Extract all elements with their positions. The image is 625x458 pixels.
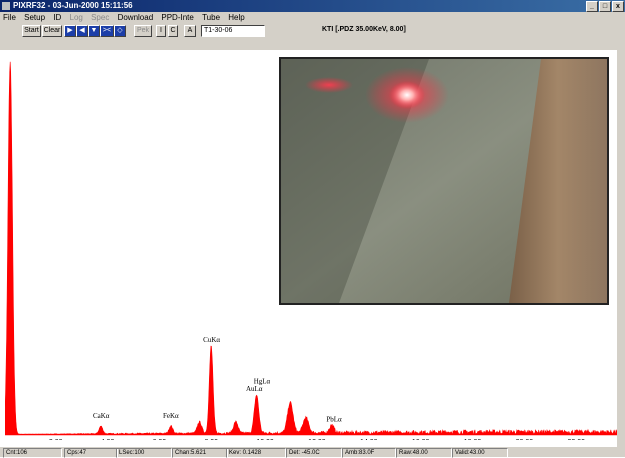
menu-log[interactable]: Log	[70, 13, 83, 22]
peak-label: CuKα	[203, 336, 220, 344]
title-bar: PIXRF32 - 03-Jun-2000 15:11:56 _ □ x	[0, 0, 625, 12]
menu-tube[interactable]: Tube	[202, 13, 220, 22]
camera-image	[281, 59, 607, 303]
source-status: KTI [.PDZ 35.00KeV, 8.00]	[322, 26, 406, 33]
zoom-button[interactable]: ><	[100, 25, 114, 37]
status-bar: Cnt:106 Cps:47 LSec:100 Chan:5.621 Kev: …	[0, 447, 625, 458]
maximize-button[interactable]: □	[599, 1, 611, 12]
x-tick-label: 12.00	[308, 439, 326, 440]
peak-label: FeKα	[163, 412, 179, 420]
menu-setup[interactable]: Setup	[24, 13, 45, 22]
clear-button[interactable]: Clear	[42, 25, 62, 37]
x-tick-label: 8.00	[204, 439, 218, 440]
peak-label: PbLα	[326, 416, 342, 424]
x-tick-label: 2.00	[49, 439, 63, 440]
menu-file[interactable]: File	[3, 13, 16, 22]
cursor-left-button[interactable]: ◀	[76, 25, 88, 37]
x-tick-label: 6.00	[153, 439, 167, 440]
sample-camera-view	[279, 57, 609, 305]
c-button[interactable]: C	[168, 25, 178, 37]
toolbar: Start Clear ▶ ◀ ▼ >< ◇ Pek I C A T1-30-0…	[0, 23, 625, 50]
start-button[interactable]: Start	[22, 25, 41, 37]
run-id-field[interactable]: T1-30-06	[201, 25, 265, 37]
menu-id[interactable]: ID	[53, 13, 61, 22]
x-tick-label: 14.00	[360, 439, 378, 440]
x-tick-label: 18.00	[464, 439, 482, 440]
peak-button[interactable]: Pek	[134, 25, 152, 37]
close-button[interactable]: x	[612, 1, 624, 12]
marker-button[interactable]: ◇	[114, 25, 126, 37]
i-button[interactable]: I	[156, 25, 166, 37]
x-tick-label: 22.00	[568, 439, 586, 440]
menu-ppd-inte[interactable]: PPD-Inte	[161, 13, 193, 22]
menu-spec[interactable]: Spec	[91, 13, 109, 22]
menu-download[interactable]: Download	[118, 13, 154, 22]
minimize-button[interactable]: _	[586, 1, 598, 12]
peak-label: CaKα	[93, 412, 110, 420]
a-button[interactable]: A	[184, 25, 196, 37]
cursor-right-button[interactable]: ▶	[64, 25, 76, 37]
x-tick-label: 16.00	[412, 439, 430, 440]
app-icon	[2, 2, 10, 10]
right-panel-edge	[617, 50, 625, 447]
peak-label: AuLα	[246, 385, 263, 393]
x-tick-label: 20.00	[516, 439, 534, 440]
x-tick-label: 10.00	[256, 439, 274, 440]
menu-help[interactable]: Help	[228, 13, 244, 22]
menu-bar: File Setup ID Log Spec Download PPD-Inte…	[0, 12, 625, 23]
scale-down-button[interactable]: ▼	[88, 25, 100, 37]
x-tick-label: 4.00	[101, 439, 115, 440]
window-title: PIXRF32 - 03-Jun-2000 15:11:56	[13, 1, 133, 10]
